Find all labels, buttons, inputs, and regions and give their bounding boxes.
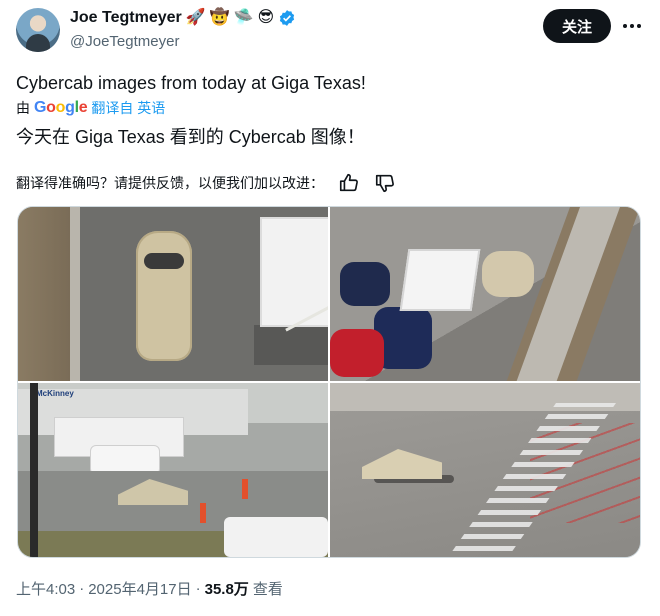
cybercab-top-view (136, 231, 192, 361)
white-truck (224, 517, 328, 557)
tweet-meta: 上午4:03 · 2025年4月17日 · 35.8万 查看 (16, 578, 283, 599)
photo-parking-lot[interactable] (330, 207, 640, 381)
traffic-cone (200, 503, 206, 523)
avatar[interactable] (16, 8, 60, 52)
follow-button[interactable]: 关注 (543, 9, 611, 43)
mckinney-sign: McKinney (36, 389, 74, 398)
translation-feedback: 翻译得准确吗？请提供反馈，以便我们加以改进： (16, 172, 396, 194)
tent-shadow (254, 325, 328, 365)
thumbs-up-icon[interactable] (338, 172, 360, 194)
photo-aerial-cybercab-tent[interactable] (18, 207, 328, 381)
dirt-strip (18, 207, 70, 381)
views-count: 35.8万 (204, 581, 249, 598)
by-label: 由 (16, 100, 30, 116)
media-grid: McKinney (17, 206, 641, 558)
views-label[interactable]: 查看 (253, 578, 283, 599)
translated-from-link[interactable]: 翻译自 英语 (91, 98, 165, 118)
white-tent (399, 249, 481, 311)
more-icon[interactable] (620, 12, 644, 40)
blue-car (340, 262, 390, 306)
author-name-row: Joe Tegtmeyer 🚀 🤠 🛸 😎 (70, 9, 296, 27)
tweet-text: Cybercab images from today at Giga Texas… (16, 73, 366, 93)
feedback-prompt: 翻译得准确吗？请提供反馈，以便我们加以改进： (16, 175, 324, 191)
thumbs-down-icon[interactable] (374, 172, 396, 194)
verified-badge-icon (280, 10, 295, 26)
meta-separator: · (195, 580, 201, 597)
sunglasses-emoji: 😎 (257, 9, 275, 26)
traffic-cone (242, 479, 248, 499)
meta-separator: · (79, 580, 85, 597)
pole (30, 383, 38, 557)
cowboy-emoji: 🤠 (209, 9, 230, 26)
author-handle[interactable]: @JoeTegtmeyer (70, 33, 179, 50)
cybercab (482, 251, 534, 297)
photo-cybercab-road[interactable] (330, 383, 640, 557)
ufo-emoji: 🛸 (233, 9, 254, 26)
tweet-date[interactable]: 2025年4月17日 (88, 578, 191, 599)
tweet-time[interactable]: 上午4:03 (16, 578, 75, 599)
rocket-emoji: 🚀 (185, 9, 206, 26)
photo-factory-road[interactable]: McKinney (18, 383, 328, 557)
author-display-name[interactable]: Joe Tegtmeyer (70, 9, 182, 27)
translation-attribution: 由 Google 翻译自 英语 (16, 98, 165, 118)
translated-text: 今天在 Giga Texas 看到的 Cybercab 图像！ (16, 127, 365, 147)
red-car (330, 329, 384, 377)
curb (70, 207, 80, 381)
google-logo: Google (34, 99, 88, 116)
